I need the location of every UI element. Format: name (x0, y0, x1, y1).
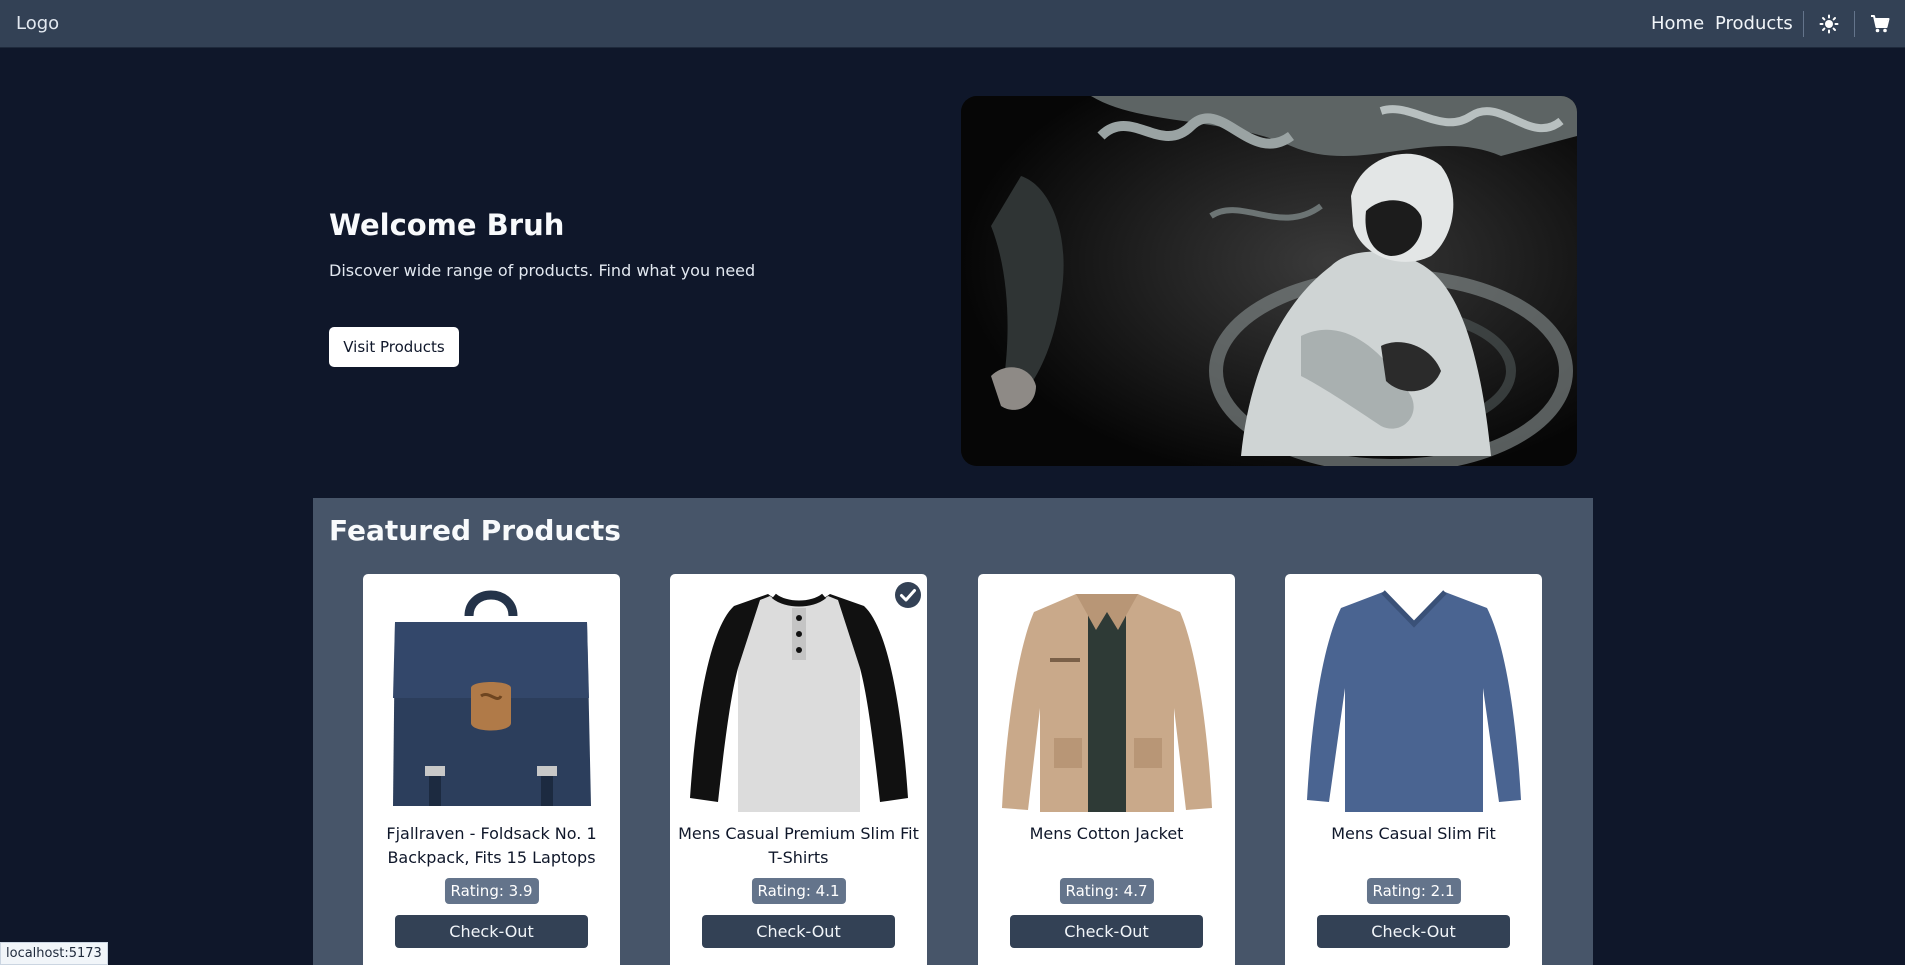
nav-products-link[interactable]: Products (1715, 0, 1793, 48)
nav-home-link[interactable]: Home (1651, 0, 1704, 48)
check-out-button[interactable]: Check-Out (1317, 915, 1510, 948)
rating-badge: Rating: 2.1 (1366, 878, 1461, 904)
product-title: Mens Cotton Jacket (1029, 824, 1184, 843)
product-image-backpack[interactable] (381, 588, 603, 812)
rating-badge: Rating: 4.1 (751, 878, 846, 904)
visit-products-button[interactable]: Visit Products (329, 327, 459, 367)
featured-title: Featured Products (329, 514, 621, 547)
status-bar-url: localhost:5173 (0, 942, 108, 965)
nav-divider (1854, 11, 1855, 37)
logo[interactable]: Logo (16, 0, 59, 48)
cart-icon[interactable] (1868, 12, 1892, 36)
product-image-longsleeve[interactable] (1303, 588, 1525, 812)
product-card[interactable]: Mens Casual Premium Slim Fit T-Shirts Ra… (670, 574, 927, 965)
product-image-jacket[interactable] (996, 588, 1218, 812)
navbar: Logo Home Products (0, 0, 1905, 48)
rating-badge: Rating: 4.7 (1059, 878, 1154, 904)
product-card[interactable]: Fjallraven - Foldsack No. 1 Backpack, Fi… (363, 574, 620, 965)
product-title: Mens Casual Premium Slim Fit T-Shirts (678, 824, 919, 867)
hero-image (961, 96, 1577, 466)
product-card[interactable]: Mens Cotton Jacket Rating: 4.7 Check-Out (978, 574, 1235, 965)
product-card[interactable]: Mens Casual Slim Fit Rating: 2.1 Check-O… (1285, 574, 1542, 965)
check-out-button[interactable]: Check-Out (395, 915, 588, 948)
check-out-button[interactable]: Check-Out (702, 915, 895, 948)
check-circle-icon[interactable] (894, 581, 922, 609)
check-out-button[interactable]: Check-Out (1010, 915, 1203, 948)
product-title: Fjallraven - Foldsack No. 1 Backpack, Fi… (386, 824, 597, 867)
product-title: Mens Casual Slim Fit (1331, 824, 1496, 843)
featured-section: Featured Products Fjallraven - Foldsack … (313, 498, 1593, 965)
rating-badge: Rating: 3.9 (444, 878, 539, 904)
sun-icon[interactable] (1817, 12, 1841, 36)
hero-subtitle: Discover wide range of products. Find wh… (329, 261, 756, 280)
nav-divider (1803, 11, 1804, 37)
product-image-tshirt[interactable] (688, 588, 910, 812)
hero-title: Welcome Bruh (329, 208, 565, 242)
